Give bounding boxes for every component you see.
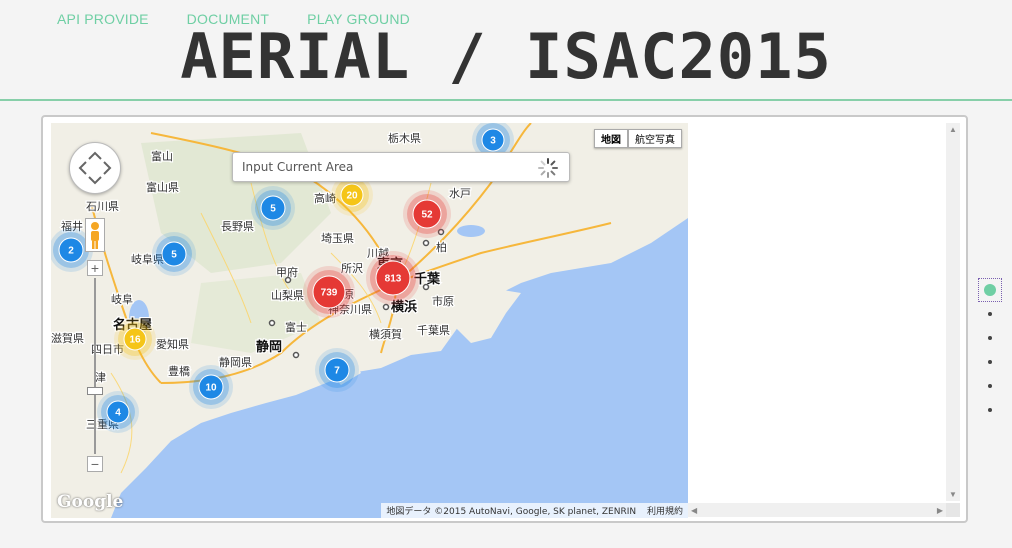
map-type-roadmap[interactable]: 地図 [594,129,628,148]
section-dot-active[interactable] [978,278,1002,302]
loading-spinner-icon [538,158,558,178]
area-search-input[interactable] [233,153,541,181]
place-label: 石川県 [86,200,119,213]
dot-icon [988,312,992,316]
attribution-text: 地図データ ©2015 AutoNavi, Google, SK planet,… [386,507,637,517]
section-dot-nav [978,278,1002,422]
cluster-count: 5 [171,250,177,261]
map-type-satellite[interactable]: 航空写真 [628,129,682,148]
pan-control[interactable] [69,142,121,194]
place-label: 水戸 [449,187,471,200]
place-label: 岐阜 [111,293,133,306]
section-dot[interactable] [978,350,1002,374]
terms-link[interactable]: 利用規約 [647,507,683,517]
place-label: 栃木県 [388,131,421,145]
place-label: 山梨県 [271,288,304,302]
zoom-out-button[interactable]: − [87,456,103,472]
place-label: 滋賀県 [51,332,84,345]
dot-icon [984,284,996,296]
place-label: 柏 [436,240,447,254]
section-dot[interactable] [978,398,1002,422]
zoom-in-button[interactable]: + [87,260,103,276]
place-label: 埼玉県 [321,231,354,245]
google-logo: Google [57,492,124,512]
page-title: AERIAL / ISAC2015 [180,20,832,93]
cluster-count: 739 [321,288,338,299]
horizontal-scrollbar[interactable]: ◀ ▶ [688,503,946,517]
scroll-left-arrow-icon[interactable]: ◀ [691,506,697,515]
cluster-marker[interactable]: 5 [251,186,295,230]
pegman-icon [91,222,99,249]
cluster-marker[interactable]: 16 [114,318,156,360]
map-base: 栃木県 富山 富山県 石川県 福井 長野県 高崎 水戸 埼玉県 川越 所沢 柏 … [51,123,688,518]
cluster-count: 5 [270,204,276,215]
cluster-marker[interactable]: 52 [403,190,451,238]
map-attribution: 地図データ ©2015 AutoNavi, Google, SK planet,… [381,503,688,518]
scroll-down-arrow-icon[interactable]: ▼ [949,490,957,499]
place-label: 津 [95,371,106,384]
scroll-up-arrow-icon[interactable]: ▲ [949,125,957,134]
zoom-slider-thumb[interactable] [87,387,103,395]
place-label: 富山 [151,149,173,163]
lake [457,225,485,237]
cluster-marker[interactable]: 10 [189,365,233,409]
dot-icon [988,336,992,340]
section-dot[interactable] [978,326,1002,350]
cluster-count: 10 [205,383,217,394]
vertical-scrollbar[interactable]: ▲ ▼ [946,123,960,501]
scroll-corner [946,503,960,517]
cluster-marker[interactable]: 739 [303,266,355,318]
header-divider [0,99,1012,101]
dot-icon [988,408,992,412]
cluster-marker[interactable]: 4 [97,391,139,433]
scroll-right-arrow-icon[interactable]: ▶ [937,506,943,515]
street-view-pegman[interactable] [85,218,105,252]
place-label: 千葉県 [417,323,450,337]
place-label: 静岡 [256,339,282,355]
section-dot[interactable] [978,302,1002,326]
place-label: 長野県 [221,220,254,233]
cluster-count: 52 [421,210,433,221]
map-type-control: 地図 航空写真 [594,129,682,148]
place-label: 横須賀 [369,327,402,341]
area-search-box [232,152,570,182]
cluster-count: 20 [346,191,358,202]
cluster-count: 2 [68,246,74,257]
place-label: 市原 [432,294,454,308]
section-dot[interactable] [978,374,1002,398]
place-label: 愛知県 [156,337,189,351]
cluster-count: 813 [385,274,402,285]
cluster-marker[interactable]: 7 [315,348,359,392]
place-label: 富士 [285,320,307,334]
cluster-marker[interactable]: 813 [366,251,420,305]
cluster-count: 3 [490,136,496,147]
place-label: 富山県 [146,180,179,194]
dot-icon [988,384,992,388]
map-view[interactable]: 栃木県 富山 富山県 石川県 福井 長野県 高崎 水戸 埼玉県 川越 所沢 柏 … [51,123,688,518]
place-label: 静岡県 [219,355,252,369]
cluster-count: 4 [115,408,121,419]
zoom-slider-track[interactable] [94,278,96,454]
pan-arrows-icon [78,151,112,185]
place-label: 甲府 [276,265,298,279]
dot-icon [988,360,992,364]
cluster-count: 7 [334,366,340,377]
place-label: 豊橋 [168,364,190,378]
cluster-marker[interactable]: 5 [152,232,196,276]
cluster-count: 16 [129,335,141,346]
